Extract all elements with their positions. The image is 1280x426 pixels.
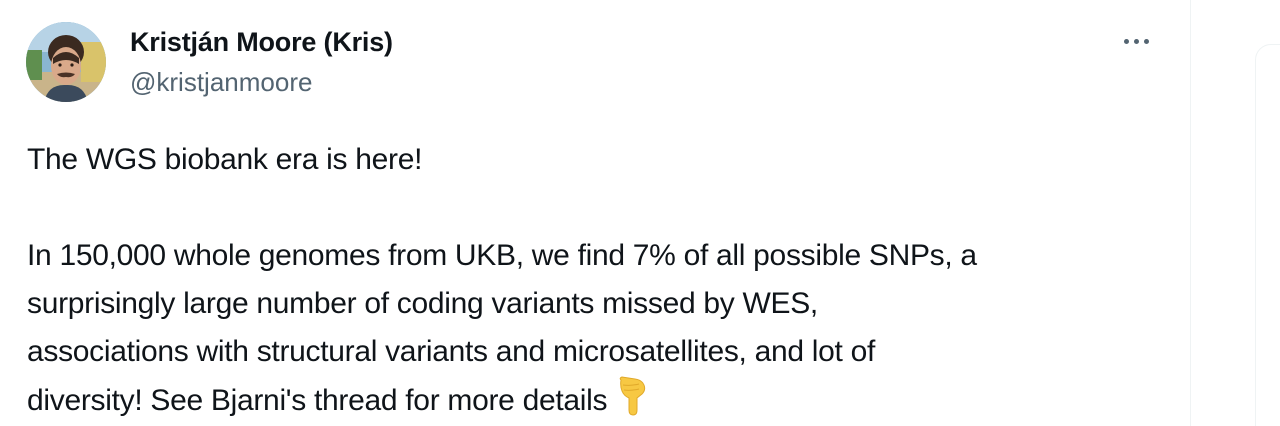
tweet-text-line: surprisingly large number of coding vari… [27,287,818,320]
tweet-text-line: diversity! See Bjarni's thread for more … [27,384,608,417]
tweet-text-line: associations with structural variants an… [27,335,876,368]
tweet-text: The WGS biobank era is here! In 150,000 … [27,136,1187,426]
tweet-text-line: In 150,000 whole genomes from UKB, we fi… [27,239,977,272]
more-horizontal-icon [1123,38,1129,44]
more-dot [1133,38,1139,44]
avatar[interactable] [26,22,106,102]
tweet-page: Kristján Moore (Kris) @kristjanmoore The… [0,0,1280,426]
author-display-name[interactable]: Kristján Moore (Kris) [130,27,393,58]
more-options-button[interactable] [1116,26,1156,56]
tweet-text-last-line: diversity! See Bjarni's thread for more … [27,376,1187,426]
pointing-down-hand-icon [615,376,649,426]
right-sidebar [1191,0,1280,426]
more-dot [1143,38,1149,44]
author-handle[interactable]: @kristjanmoore [130,67,312,98]
avatar-image [26,22,106,102]
tweet-text-line: The WGS biobank era is here! [27,143,423,176]
tweet[interactable]: Kristján Moore (Kris) @kristjanmoore The… [0,0,1190,426]
sidebar-card [1255,44,1280,426]
